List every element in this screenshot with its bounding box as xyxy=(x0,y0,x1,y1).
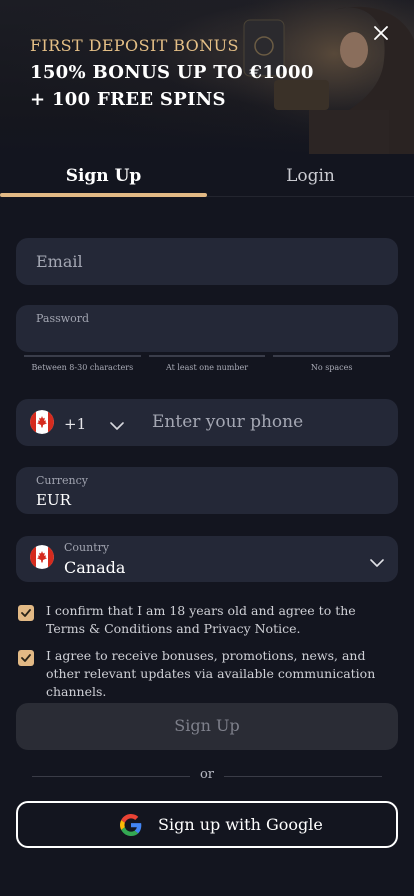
close-button[interactable] xyxy=(372,24,390,42)
country-label: Country xyxy=(64,541,110,554)
password-requirements: Between 8-30 characters At least one num… xyxy=(24,355,391,375)
marketing-checkbox[interactable] xyxy=(18,650,34,666)
tab-sign-up[interactable]: Sign Up xyxy=(0,154,207,198)
password-hint-length: Between 8-30 characters xyxy=(24,355,141,375)
chevron-down-icon xyxy=(370,559,384,567)
age-terms-text: I confirm that I am 18 years old and agr… xyxy=(46,603,356,636)
sign-up-button[interactable]: Sign Up xyxy=(16,703,398,750)
currency-value: EUR xyxy=(36,491,71,509)
close-icon xyxy=(374,26,388,40)
or-separator: or xyxy=(199,767,215,782)
phone-country-code: +1 xyxy=(64,415,87,433)
password-hint-spaces: No spaces xyxy=(273,355,391,375)
checkmark-icon xyxy=(21,609,31,617)
banner-subheadline: + 100 FREE SPINS xyxy=(30,89,226,110)
google-icon xyxy=(120,814,142,836)
age-terms-checkbox[interactable] xyxy=(18,605,34,621)
phone-field[interactable]: +1 Enter your phone xyxy=(16,399,398,446)
currency-field[interactable]: Currency EUR xyxy=(16,467,398,514)
email-field[interactable]: Email xyxy=(16,238,398,285)
currency-label: Currency xyxy=(36,474,88,487)
google-sign-up-button[interactable]: Sign up with Google xyxy=(16,801,398,848)
marketing-text: I agree to receive bonuses, promotions, … xyxy=(46,648,376,699)
password-field[interactable]: Password xyxy=(16,305,398,352)
country-value: Canada xyxy=(64,558,126,577)
canada-flag-icon xyxy=(30,410,54,434)
age-terms-consent: I confirm that I am 18 years old and agr… xyxy=(18,602,388,638)
phone-placeholder: Enter your phone xyxy=(152,412,304,432)
email-placeholder: Email xyxy=(36,252,83,271)
country-dropdown-toggle[interactable] xyxy=(370,553,384,572)
phone-code-dropdown[interactable] xyxy=(110,416,124,435)
canada-flag-icon xyxy=(30,545,54,569)
marketing-consent: I agree to receive bonuses, promotions, … xyxy=(18,647,388,701)
active-tab-indicator xyxy=(0,193,207,197)
google-button-label: Sign up with Google xyxy=(158,815,323,834)
banner-kicker: FIRST DEPOSIT BONUS xyxy=(30,36,239,55)
promo-banner: FIRST DEPOSIT BONUS 150% BONUS UP TO €10… xyxy=(0,0,414,154)
auth-tabs: Sign Up Login xyxy=(0,154,414,198)
country-select[interactable]: Country Canada xyxy=(16,536,398,582)
password-label: Password xyxy=(36,312,90,325)
phone-country-selector[interactable] xyxy=(30,410,54,434)
tab-login[interactable]: Login xyxy=(207,154,414,198)
chevron-down-icon xyxy=(110,422,124,430)
banner-headline: 150% BONUS UP TO €1000 xyxy=(30,62,314,83)
checkmark-icon xyxy=(21,654,31,662)
password-hint-number: At least one number xyxy=(148,355,266,375)
divider-right xyxy=(224,776,382,777)
country-flag xyxy=(30,545,54,569)
